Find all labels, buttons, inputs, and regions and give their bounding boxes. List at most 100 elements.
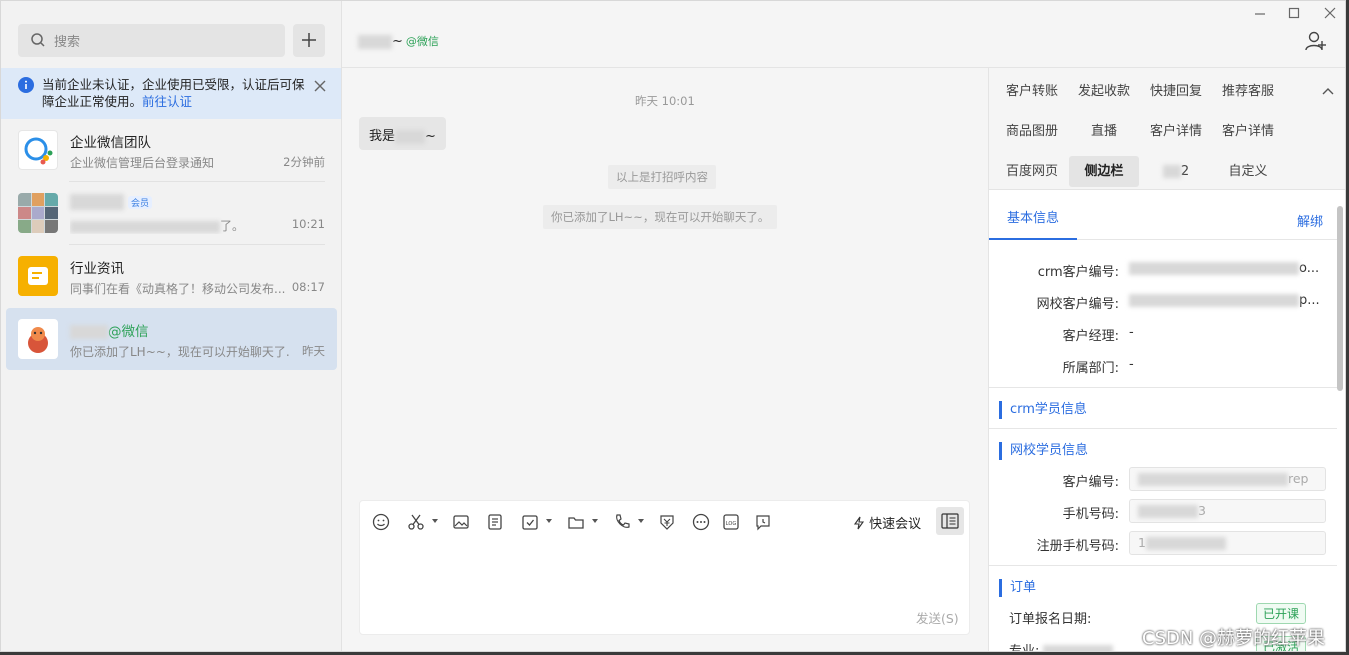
redacted-name xyxy=(358,34,392,49)
redacted-text xyxy=(1129,294,1299,307)
redacted-name xyxy=(70,325,108,339)
tab-customer-detail[interactable]: 客户详情 xyxy=(1141,116,1211,147)
tab-basic-info[interactable]: 基本信息 xyxy=(989,200,1077,240)
wecom-team-avatar xyxy=(18,130,58,170)
more-icon[interactable] xyxy=(692,513,710,531)
chevron-down-icon[interactable] xyxy=(432,519,438,523)
svg-text:LOG: LOG xyxy=(726,521,737,527)
phone-field[interactable]: 3 xyxy=(1129,499,1326,523)
tab-customer-detail-2[interactable]: 客户详情 xyxy=(1213,116,1283,147)
register-phone-field[interactable]: 1 xyxy=(1129,531,1326,555)
phone-icon[interactable] xyxy=(613,513,631,531)
field-value-tail: o... xyxy=(1299,261,1320,276)
member-badge: 会员 xyxy=(128,196,153,209)
conversation-preview: 了。 xyxy=(70,217,290,234)
section-school-student[interactable]: 网校学员信息 xyxy=(999,442,1088,460)
redacted-name xyxy=(70,194,124,210)
minimize-icon[interactable] xyxy=(1254,7,1266,19)
sidebar-icon xyxy=(941,513,959,529)
conversation-item[interactable]: 行业资讯 同事们在看《动真格了！移动公司发布... 08:17 xyxy=(6,245,337,307)
watermark: CSDN @赫萝的红苹果 xyxy=(1142,628,1326,649)
tab-custom[interactable]: 自定义 xyxy=(1213,156,1283,187)
tab-product-album[interactable]: 商品图册 xyxy=(997,116,1067,147)
chat-title: ~ @微信 xyxy=(358,33,439,49)
system-message: 以上是打招呼内容 xyxy=(608,165,716,189)
notice-text: 当前企业未认证，企业使用已受限，认证后可保障企业正常使用。前往认证 xyxy=(42,76,310,110)
app-window: 搜索 当前企业未认证，企业使用已受限，认证后可保障企业正常使用。前往认证 企业微… xyxy=(0,0,1346,652)
customer-number-field[interactable]: rep xyxy=(1129,467,1326,491)
log-icon[interactable]: LOG xyxy=(722,513,740,531)
tab-redacted[interactable]: 2 xyxy=(1141,156,1211,187)
redacted-text xyxy=(1043,645,1114,651)
redacted-text xyxy=(1162,165,1181,178)
search-input[interactable]: 搜索 xyxy=(18,24,285,57)
tab-live[interactable]: 直播 xyxy=(1069,116,1139,147)
folder-icon[interactable] xyxy=(567,513,585,531)
school-field-row: 客户编号: rep xyxy=(989,467,1337,493)
status-badge: 已开课 xyxy=(1256,603,1307,624)
conversation-item-active[interactable]: @微信 你已添加了LH~~，现在可以开始聊天了... 昨天 xyxy=(6,308,337,370)
industry-news-avatar xyxy=(18,256,58,296)
conversation-item[interactable]: 企业微信团队 企业微信管理后台登录通知 2分钟前 xyxy=(6,119,337,181)
document-icon[interactable] xyxy=(486,513,504,531)
screenshot-icon[interactable] xyxy=(407,513,425,531)
redacted-text xyxy=(1145,537,1226,550)
add-member-icon[interactable] xyxy=(1305,31,1327,51)
tab-quick-reply[interactable]: 快捷回复 xyxy=(1141,76,1211,107)
tab-customer-transfer[interactable]: 客户转账 xyxy=(997,76,1067,107)
maximize-icon[interactable] xyxy=(1288,7,1300,19)
message-input[interactable]: LOG 快速会议 发送(S) xyxy=(359,500,970,635)
redacted-text xyxy=(1138,473,1288,486)
field-value: - xyxy=(1129,357,1134,372)
quick-meeting-label: 快速会议 xyxy=(869,517,922,532)
conversation-time: 昨天 xyxy=(302,344,325,358)
title-suffix: ~ xyxy=(392,34,403,49)
search-placeholder: 搜索 xyxy=(54,35,81,50)
conversation-item[interactable]: 会员 了。 10:21 xyxy=(6,182,337,244)
close-window-icon[interactable] xyxy=(1324,7,1336,19)
scrollbar[interactable] xyxy=(1337,206,1343,391)
chevron-down-icon[interactable] xyxy=(638,519,644,523)
certification-notice: 当前企业未认证，企业使用已受限，认证后可保障企业正常使用。前往认证 xyxy=(1,68,341,119)
field-value-head: 1 xyxy=(1138,535,1146,550)
message-bubble[interactable]: 我是 ~ xyxy=(359,117,446,150)
task-icon[interactable] xyxy=(521,513,539,531)
conversation-name: 企业微信团队 xyxy=(70,135,151,151)
sidebar-toggle-button[interactable] xyxy=(936,507,964,535)
tab-redacted-label: 2 xyxy=(1180,164,1190,179)
tab-collect-payment[interactable]: 发起收款 xyxy=(1069,76,1139,107)
order-date-label: 订单报名日期: xyxy=(1009,612,1092,627)
chat-area: 昨天 10:01 我是 ~ 以上是打招呼内容 你已添加了LH~~，现在可以开始聊天… xyxy=(342,68,988,651)
emoji-icon[interactable] xyxy=(372,513,390,531)
search-icon xyxy=(31,33,45,47)
tab-recommend-service[interactable]: 推荐客服 xyxy=(1213,76,1283,107)
field-label: 所属部门: xyxy=(1062,361,1119,376)
redacted-text xyxy=(395,129,426,144)
image-icon[interactable] xyxy=(452,513,470,531)
unbind-link[interactable]: 解绑 xyxy=(1297,211,1323,230)
section-order[interactable]: 订单 xyxy=(999,579,1036,597)
chevron-down-icon[interactable] xyxy=(546,519,552,523)
tab-sidebar[interactable]: 侧边栏 xyxy=(1069,156,1139,187)
schedule-icon[interactable] xyxy=(754,513,772,531)
payment-icon[interactable] xyxy=(658,513,676,531)
group-avatar xyxy=(18,193,58,233)
chevron-down-icon[interactable] xyxy=(592,519,598,523)
chat-header: ~ @微信 xyxy=(342,1,1345,68)
conversation-time: 08:17 xyxy=(291,280,325,294)
redacted-text xyxy=(1138,505,1198,518)
system-message: 你已添加了LH~~，现在可以开始聊天了。 xyxy=(543,205,778,229)
field-value-tail: 3 xyxy=(1198,503,1206,518)
conversation-name: 行业资讯 xyxy=(70,261,124,277)
quick-meeting-button[interactable]: 快速会议 xyxy=(853,513,921,532)
section-crm-student[interactable]: crm学员信息 xyxy=(999,401,1087,419)
send-button[interactable]: 发送(S) xyxy=(916,608,959,627)
field-label: 注册手机号码: xyxy=(1036,539,1119,554)
tab-baidu-web[interactable]: 百度网页 xyxy=(997,156,1067,187)
close-icon[interactable] xyxy=(314,80,326,92)
certify-link[interactable]: 前往认证 xyxy=(142,94,192,109)
school-field-row: 注册手机号码: 1 xyxy=(989,531,1337,557)
add-button[interactable] xyxy=(293,24,325,57)
bubble-prefix: 我是 xyxy=(369,129,396,144)
chevron-up-icon[interactable] xyxy=(1322,87,1334,95)
